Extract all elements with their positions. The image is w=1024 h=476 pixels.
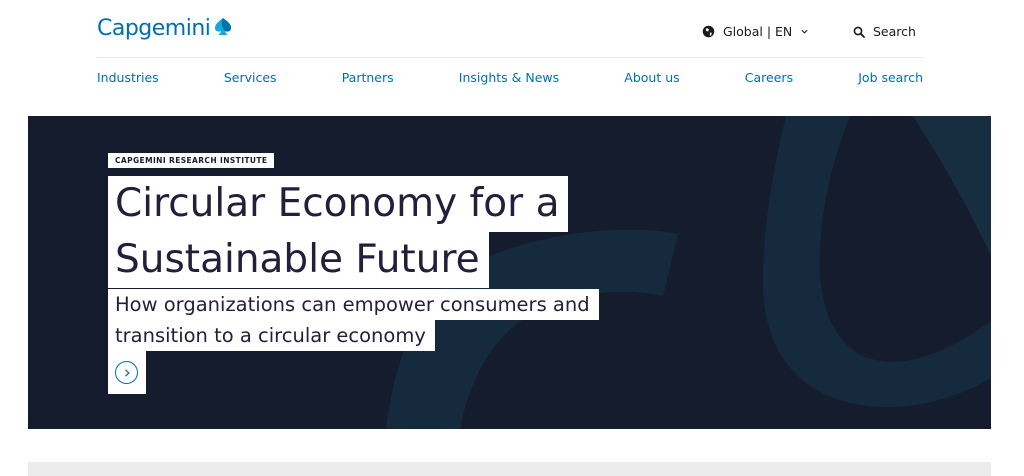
search-button[interactable]: Search: [853, 24, 916, 39]
language-selector[interactable]: Global | EN: [702, 24, 809, 39]
spade-logo-icon: [215, 17, 232, 35]
chevron-right-icon: [124, 368, 130, 377]
main-nav: Industries Services Partners Insights & …: [97, 70, 923, 85]
globe-icon: [702, 25, 715, 38]
hero-subtitle-line-2: transition to a circular economy: [108, 320, 435, 351]
nav-item-partners[interactable]: Partners: [342, 70, 394, 85]
logo-wordmark: Capgemini: [97, 16, 211, 41]
hero-eyebrow: CAPGEMINI RESEARCH INSTITUTE: [108, 153, 275, 168]
hero-subtitle-line-1: How organizations can empower consumers …: [108, 289, 599, 320]
nav-item-careers[interactable]: Careers: [745, 70, 793, 85]
search-icon: [853, 26, 865, 38]
nav-item-about-us[interactable]: About us: [624, 70, 679, 85]
nav-item-industries[interactable]: Industries: [97, 70, 159, 85]
nav-item-services[interactable]: Services: [224, 70, 277, 85]
next-section-band: [28, 462, 991, 476]
hero-banner: CAPGEMINI RESEARCH INSTITUTE Circular Ec…: [28, 116, 991, 429]
language-label: Global | EN: [723, 24, 793, 39]
hero-cta-container: [108, 351, 146, 394]
hero-title-line-2: Sustainable Future: [108, 232, 489, 288]
site-header: Capgemini Global | EN Search Industries …: [0, 0, 1024, 112]
header-divider: [97, 57, 923, 58]
search-label: Search: [873, 24, 916, 39]
capgemini-logo[interactable]: Capgemini: [97, 16, 233, 41]
chevron-down-icon: [801, 29, 808, 34]
hero-cta-button[interactable]: [115, 361, 138, 384]
hero-title-line-1: Circular Economy for a: [108, 176, 569, 232]
nav-item-insights-news[interactable]: Insights & News: [459, 70, 559, 85]
nav-item-job-search[interactable]: Job search: [858, 70, 923, 85]
